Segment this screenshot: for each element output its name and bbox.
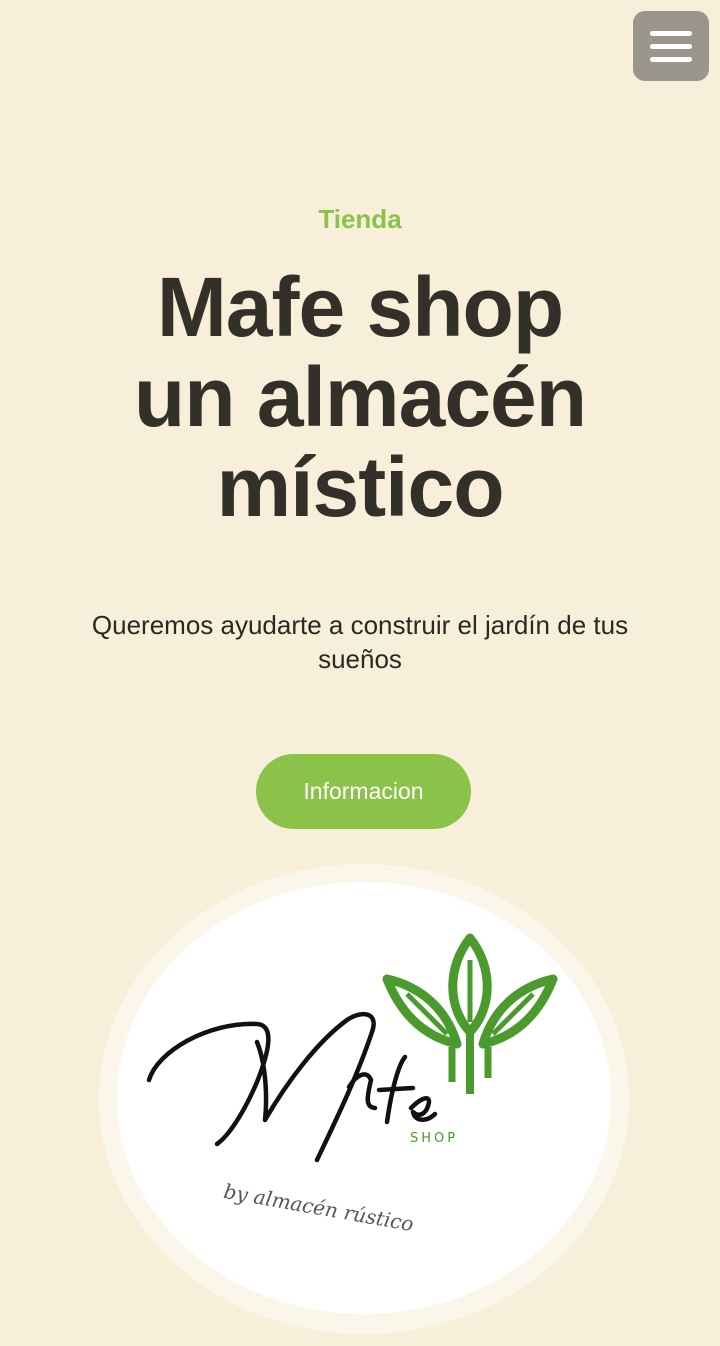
hero-subtitle: Queremos ayudarte a construir el jardín … bbox=[91, 610, 629, 674]
logo-graphic: SHOP by almacén rústico bbox=[146, 933, 558, 1236]
hero-title-line-1: Mafe shop bbox=[156, 260, 564, 354]
logo-tagline: by almacén rústico bbox=[222, 1179, 416, 1236]
brand-logo: SHOP by almacén rústico bbox=[117, 882, 611, 1314]
hamburger-menu-icon-bar-2 bbox=[650, 43, 692, 49]
hero-title: Mafe shop un almacén místico bbox=[40, 262, 680, 532]
logo-script bbox=[146, 1011, 438, 1163]
leaf-sprout-icon bbox=[382, 933, 558, 1094]
hero-title-line-2: un almacén bbox=[133, 350, 587, 444]
hamburger-menu-icon bbox=[650, 30, 692, 36]
hamburger-menu-icon-bar-3 bbox=[650, 56, 692, 62]
logo-shop-text: SHOP bbox=[410, 1131, 458, 1146]
info-button[interactable]: Informacion bbox=[256, 754, 471, 829]
hero-title-line-3: místico bbox=[216, 440, 504, 534]
section-eyebrow: Tienda bbox=[318, 204, 402, 234]
menu-button[interactable] bbox=[633, 11, 709, 81]
